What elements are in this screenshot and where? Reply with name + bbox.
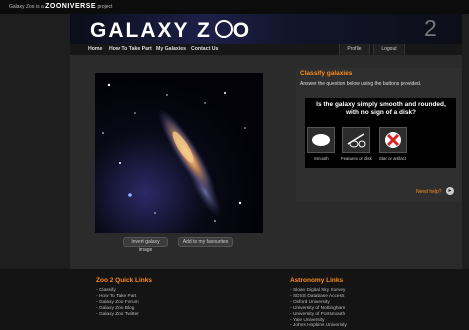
logo-ring-icon [214, 20, 233, 38]
quick-link-forum[interactable]: - Galaxy Zoo Forum [96, 300, 139, 305]
question-text: Is the galaxy simply smooth and rounded,… [316, 101, 446, 116]
quick-link-twitter[interactable]: - Galaxy Zoo Twitter [96, 312, 139, 317]
quick-link-label: How To Take Part [98, 294, 137, 299]
quick-link-classify[interactable]: - Classify [96, 288, 116, 293]
logo-text: GALAXY Z [90, 19, 212, 42]
smooth-option-button[interactable] [307, 127, 335, 153]
add-favourites-button[interactable]: Add to my favourites [178, 237, 233, 247]
tagline-suffix: project [97, 4, 113, 10]
astro-link-label: Sloan Digital Sky Survey [292, 288, 346, 293]
astro-link-jhu[interactable]: - Johns Hopkins University [290, 323, 347, 328]
astro-link-oxford[interactable]: - Oxford University [290, 300, 330, 305]
classify-title: Classify galaxies [300, 70, 353, 77]
version-number: 2 [424, 15, 437, 41]
nav-my-galaxies[interactable]: My Galaxies [156, 46, 186, 52]
cross-icon [385, 132, 401, 148]
astro-link-label: Johns Hopkins University [292, 323, 347, 328]
smooth-blob-icon [312, 134, 330, 146]
quick-link-label: Galaxy Zoo Blog [98, 306, 135, 311]
smooth-option-label: Smooth [314, 156, 329, 161]
logout-button[interactable]: Logout [373, 44, 405, 55]
astro-link-label: University of Portsmouth [292, 312, 346, 317]
features-disk-option-label: Features or disk [341, 156, 372, 161]
zooniverse-tagline[interactable]: Galaxy Zoo is a ZOONIVERSE project [9, 3, 112, 10]
features-disk-option-button[interactable] [342, 127, 370, 153]
astro-link-label: SDSS Database Access [292, 294, 345, 299]
galaxy-image [95, 73, 263, 233]
astro-link-nottingham[interactable]: - University of Nottingham [290, 306, 345, 311]
help-arrow-icon[interactable]: ▸ [446, 187, 454, 195]
astro-link-label: Oxford University [292, 300, 330, 305]
top-strip: Galaxy Zoo is a ZOONIVERSE project [0, 0, 469, 14]
nav-contact-us[interactable]: Contact Us [191, 46, 218, 52]
astro-link-portsmouth[interactable]: - University of Portsmouth [290, 312, 345, 317]
quick-link-label: Classify [98, 288, 116, 293]
quick-link-how-to[interactable]: - How To Take Part [96, 294, 136, 299]
astro-link-sdss[interactable]: - Sloan Digital Sky Survey [290, 288, 345, 293]
footer [0, 269, 469, 330]
astro-link-sdss-db[interactable]: - SDSS Database Access [290, 294, 344, 299]
nav-how-to-take-part[interactable]: How To Take Part [109, 46, 152, 52]
star-artifact-option-label: Star or artifact [379, 156, 406, 161]
classify-description: Answer the question below using the butt… [300, 81, 422, 87]
logo-text-tail: O [232, 19, 252, 42]
zooniverse-logo[interactable]: ZOONIVERSE [45, 3, 96, 10]
astronomy-links-title: Astronomy Links [290, 277, 344, 284]
quick-link-blog[interactable]: - Galaxy Zoo Blog [96, 306, 134, 311]
profile-button[interactable]: Profile [339, 44, 370, 55]
tagline-prefix: Galaxy Zoo is a [9, 4, 44, 10]
quick-links-title: Zoo 2 Quick Links [96, 277, 152, 284]
galaxy-zoo-logo[interactable]: GALAXY Z O [90, 19, 251, 43]
invert-image-button[interactable]: Invert galaxy image [123, 237, 168, 253]
astro-link-label: University of Nottingham [292, 306, 346, 311]
quick-link-label: Galaxy Zoo Forum [98, 300, 139, 305]
need-help-link[interactable]: Need help? [416, 189, 442, 195]
quick-link-label: Galaxy Zoo Twitter [98, 312, 139, 317]
disk-icon [347, 133, 366, 148]
star-artifact-option-button[interactable] [379, 127, 407, 153]
nav-home[interactable]: Home [88, 46, 102, 52]
